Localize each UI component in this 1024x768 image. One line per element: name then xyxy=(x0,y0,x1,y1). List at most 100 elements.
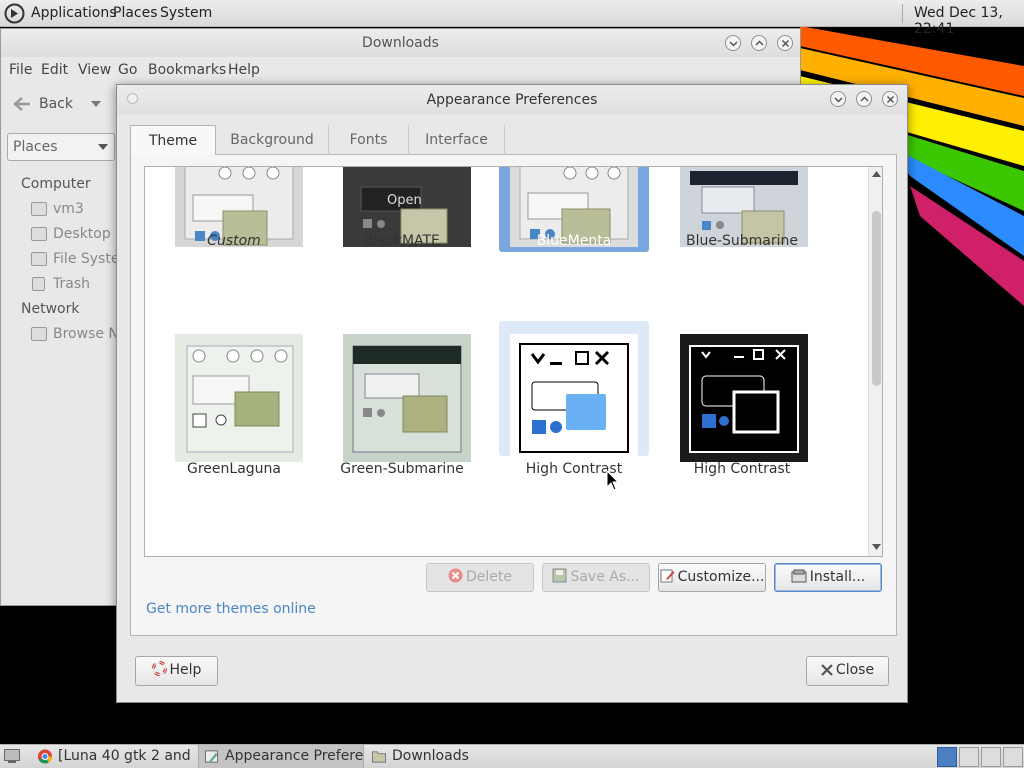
theme-label: Custom xyxy=(207,233,261,249)
close-button[interactable]: Close xyxy=(806,656,889,686)
taskbar-item-appearance[interactable]: Appearance Prefere... xyxy=(198,745,364,768)
menu-view[interactable]: View xyxy=(78,62,111,78)
places-menu[interactable]: Places xyxy=(113,5,158,21)
sidebar-item-desktop[interactable]: Desktop xyxy=(53,226,111,242)
theme-preview-open-label: Open xyxy=(387,193,422,208)
show-desktop-icon[interactable] xyxy=(4,749,20,764)
theme-preview-high-contrast-inverse-icon xyxy=(680,334,808,462)
downloads-close-button[interactable] xyxy=(777,35,793,51)
network-icon xyxy=(31,327,47,341)
theme-list-scrollbar[interactable] xyxy=(868,167,882,556)
scrollbar-thumb[interactable] xyxy=(872,211,881,386)
help-button[interactable]: Help xyxy=(135,656,218,686)
save-as-button[interactable]: Save As... xyxy=(542,563,650,592)
tab-background[interactable]: Background xyxy=(216,125,329,155)
theme-preview-icon xyxy=(343,527,471,557)
downloads-title[interactable]: Downloads xyxy=(1,29,800,57)
help-lifebuoy-icon xyxy=(151,661,167,676)
theme-preview-icon xyxy=(510,527,638,557)
taskbar-item-downloads[interactable]: Downloads xyxy=(366,745,516,768)
close-icon xyxy=(821,664,833,676)
menu-go[interactable]: Go xyxy=(118,62,137,78)
sidebar-header-computer: Computer xyxy=(21,176,91,192)
delete-label: Delete xyxy=(466,569,512,585)
appearance-maximize-button[interactable] xyxy=(856,91,872,107)
delete-button[interactable]: Delete xyxy=(426,563,534,592)
menu-file[interactable]: File xyxy=(9,62,32,78)
tab-theme[interactable]: Theme xyxy=(130,125,216,156)
home-folder-icon xyxy=(31,202,47,216)
theme-label: BlackMATE xyxy=(364,233,440,249)
theme-tile-high-contrast-inverse[interactable]: High Contrast xyxy=(667,325,817,477)
theme-label: Green-Submarine xyxy=(340,461,464,477)
menu-edit[interactable]: Edit xyxy=(41,62,68,78)
mate-logo-icon[interactable] xyxy=(4,3,25,24)
menu-bookmarks[interactable]: Bookmarks xyxy=(148,62,226,78)
theme-tile-custom[interactable]: Custom xyxy=(159,167,309,252)
theme-tile-row3-1[interactable] xyxy=(159,517,309,556)
panel-separator xyxy=(902,4,903,23)
workspace-3[interactable] xyxy=(981,747,1001,767)
theme-tile-greenlaguna[interactable]: GreenLaguna xyxy=(159,325,309,477)
theme-tab-panel: Custom Open BlackMATE BlueMenta Blue-Sub… xyxy=(130,155,897,636)
theme-label: High Contrast xyxy=(525,461,623,477)
trash-icon xyxy=(32,277,45,291)
workspace-4[interactable] xyxy=(1003,747,1023,767)
theme-label: GreenLaguna xyxy=(187,461,281,477)
theme-tile-bluementa[interactable]: BlueMenta xyxy=(499,167,649,252)
chevron-down-icon xyxy=(729,41,738,47)
close-label: Close xyxy=(835,662,875,678)
menu-help[interactable]: Help xyxy=(228,62,260,78)
appearance-preferences-window: Appearance Preferences Theme Background … xyxy=(116,84,908,703)
back-label: Back xyxy=(39,96,73,112)
chevron-down-icon xyxy=(834,97,843,103)
tab-fonts[interactable]: Fonts xyxy=(329,125,409,155)
places-combo[interactable]: Places xyxy=(7,133,115,161)
theme-tile-blackmate[interactable]: Open BlackMATE xyxy=(327,167,477,252)
desktop-folder-icon xyxy=(31,227,47,241)
downloads-minimize-button[interactable] xyxy=(725,35,741,51)
applications-menu[interactable]: Applications xyxy=(31,5,117,21)
sidebar-header-network: Network xyxy=(21,301,80,317)
tab-interface[interactable]: Interface xyxy=(409,125,505,155)
workspace-2[interactable] xyxy=(959,747,979,767)
install-button[interactable]: Install... xyxy=(774,563,882,592)
chevron-up-icon xyxy=(860,96,869,102)
close-icon xyxy=(886,95,895,104)
workspace-1[interactable] xyxy=(937,747,957,767)
downloads-menubar: File Edit View Go Bookmarks Help xyxy=(1,57,800,83)
save-as-label: Save As... xyxy=(570,569,640,585)
theme-tile-high-contrast[interactable]: High Contrast xyxy=(499,321,649,477)
customize-button[interactable]: Customize... xyxy=(658,563,766,592)
clock[interactable]: Wed Dec 13, 22:41 xyxy=(914,5,1024,37)
edit-pencil-icon xyxy=(660,569,675,583)
scroll-up-icon[interactable] xyxy=(872,171,881,178)
install-label: Install... xyxy=(809,569,866,585)
scroll-down-icon[interactable] xyxy=(872,544,881,551)
theme-tile-row3-2[interactable] xyxy=(327,517,477,557)
theme-tile-row3-3[interactable] xyxy=(499,517,649,557)
install-icon xyxy=(791,569,807,583)
downloads-maximize-button[interactable] xyxy=(751,35,767,51)
sidebar-item-trash[interactable]: Trash xyxy=(53,276,90,292)
appearance-close-button[interactable] xyxy=(882,91,898,107)
close-icon xyxy=(781,39,790,48)
appearance-title[interactable]: Appearance Preferences xyxy=(117,85,907,115)
theme-label: Blue-Submarine xyxy=(685,233,799,249)
taskbar-item-label: Appearance Prefere... xyxy=(225,748,364,764)
chevron-up-icon xyxy=(755,40,764,46)
top-panel: Applications Places System Wed Dec 13, 2… xyxy=(0,0,1024,37)
system-menu[interactable]: System xyxy=(160,5,212,21)
downloads-sidebar: Computer vm3 Desktop File System Trash N… xyxy=(1,169,167,599)
theme-tile-row3-4[interactable] xyxy=(667,517,817,556)
appearance-minimize-button[interactable] xyxy=(830,91,846,107)
taskbar-item-browser[interactable]: [Luna 40 gtk 2 and ... xyxy=(32,745,196,768)
get-more-themes-link[interactable]: Get more themes online xyxy=(146,601,316,617)
theme-tile-blue-submarine[interactable]: Blue-Submarine xyxy=(667,167,817,252)
back-button[interactable]: Back xyxy=(11,91,102,117)
delete-icon xyxy=(448,568,463,583)
theme-tile-green-submarine[interactable]: Green-Submarine xyxy=(327,325,477,477)
dropdown-arrow-icon xyxy=(98,144,108,150)
window-menu-button[interactable] xyxy=(127,93,138,104)
sidebar-item-vm3[interactable]: vm3 xyxy=(53,201,84,217)
